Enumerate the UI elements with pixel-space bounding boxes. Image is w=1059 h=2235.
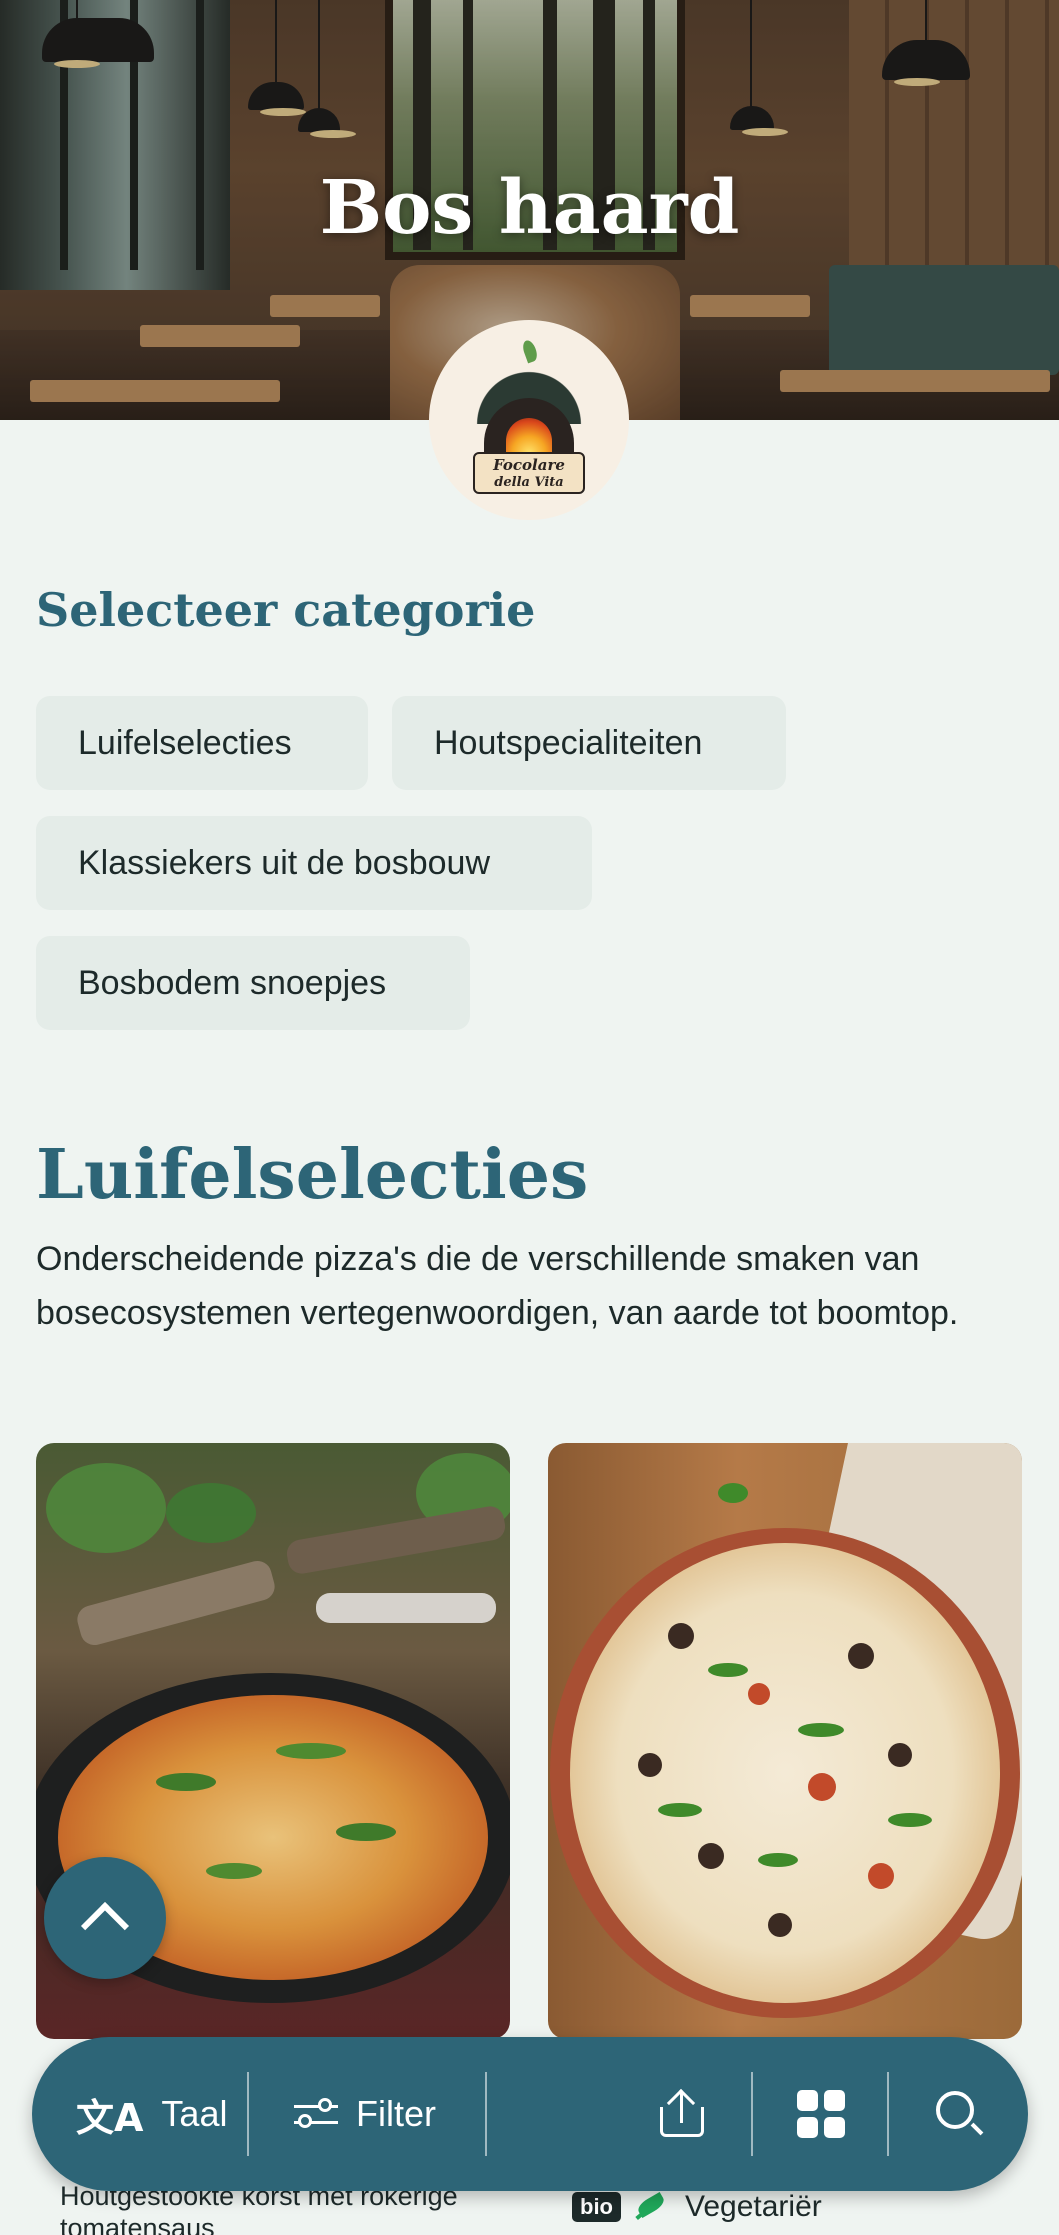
category-picker-heading: Selecteer categorie [36,583,536,637]
bottom-toolbar: 文A Taal Filter [32,2037,1028,2191]
bio-badge: bio [572,2192,621,2222]
category-chip-houtspecialiteiten[interactable]: Houtspecialiteiten [392,696,786,790]
page-title: Bos haard [319,165,740,251]
search-icon [934,2089,984,2139]
language-label: Taal [161,2093,228,2134]
category-chip-klassiekers[interactable]: Klassiekers uit de bosbouw [36,816,592,910]
logo-text-line2: della Vita [494,475,564,490]
category-chip-bosbodem[interactable]: Bosbodem snoepjes [36,936,470,1030]
restaurant-logo: Focolare della Vita [429,320,629,520]
menu-item-card[interactable] [548,1443,1022,2039]
share-icon [658,2088,706,2139]
category-title: Luifelselecties [36,1135,589,1215]
filter-button[interactable]: Filter [294,2037,436,2191]
logo-text-line1: Focolare [493,456,565,474]
language-button[interactable]: 文A Taal [76,2037,227,2191]
search-button[interactable] [934,2037,984,2191]
share-button[interactable] [658,2037,706,2191]
vegetarian-label: Vegetariër [685,2190,822,2223]
scroll-to-top-button[interactable] [44,1857,166,1979]
grid-view-icon [797,2090,845,2138]
filter-label: Filter [356,2093,436,2134]
category-chip-luifelselecties[interactable]: Luifelselecties [36,696,368,790]
logo-banner: Focolare della Vita [473,452,585,494]
grid-view-button[interactable] [797,2037,845,2191]
filter-icon [294,2097,338,2131]
chevron-up-icon [80,1901,130,1951]
vegetarian-icon [635,2191,671,2222]
menu-item-tags: bio Vegetariër [572,2190,822,2224]
category-description: Onderscheidende pizza's die de verschill… [36,1240,959,1332]
translate-icon: 文A [76,2095,144,2140]
